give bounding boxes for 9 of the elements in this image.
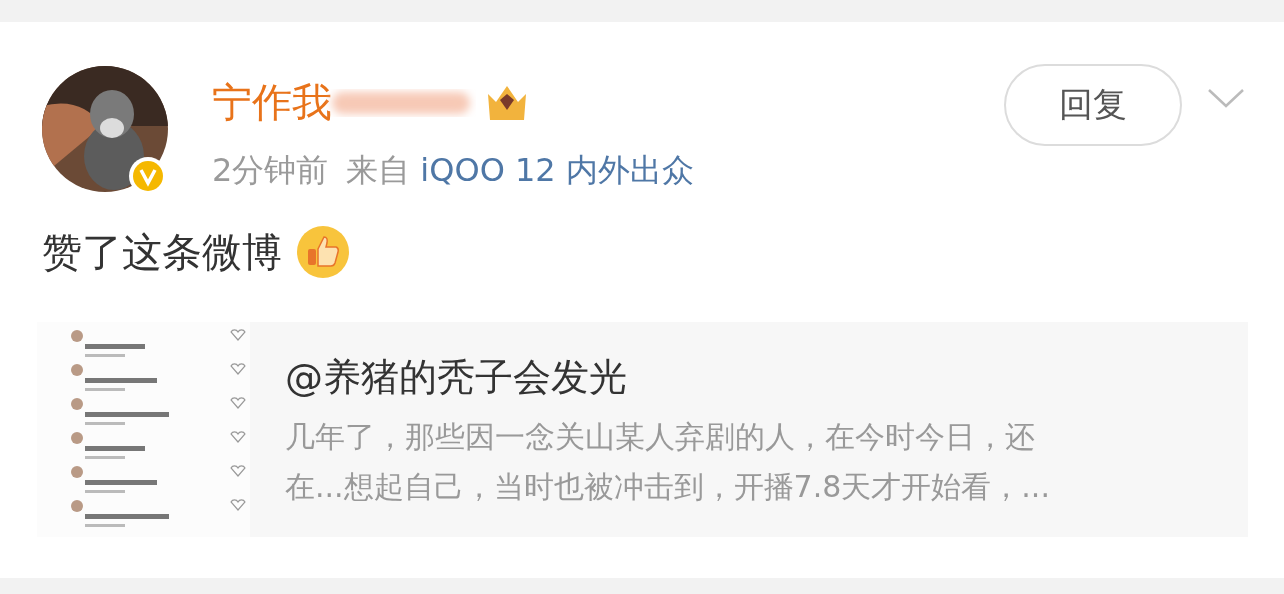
device-source-link[interactable]: iQOO 12 内外出众: [420, 148, 694, 192]
source-label: 来自: [346, 150, 411, 191]
reply-button[interactable]: 回复: [1004, 64, 1182, 146]
quoted-summary-line: 几年了，那些因一念关山某人弃剧的人，在今时今日，还: [285, 418, 1036, 456]
quoted-summary-line: 在...想起自己，当时也被冲击到，开播7.8天才开始看，...: [285, 468, 1050, 506]
quoted-author[interactable]: @养猪的秃子会发光: [285, 342, 1050, 412]
post-time: 2分钟前: [212, 150, 329, 191]
post-text: 赞了这条微博: [42, 228, 282, 277]
thumbs-up-icon: [296, 225, 350, 279]
